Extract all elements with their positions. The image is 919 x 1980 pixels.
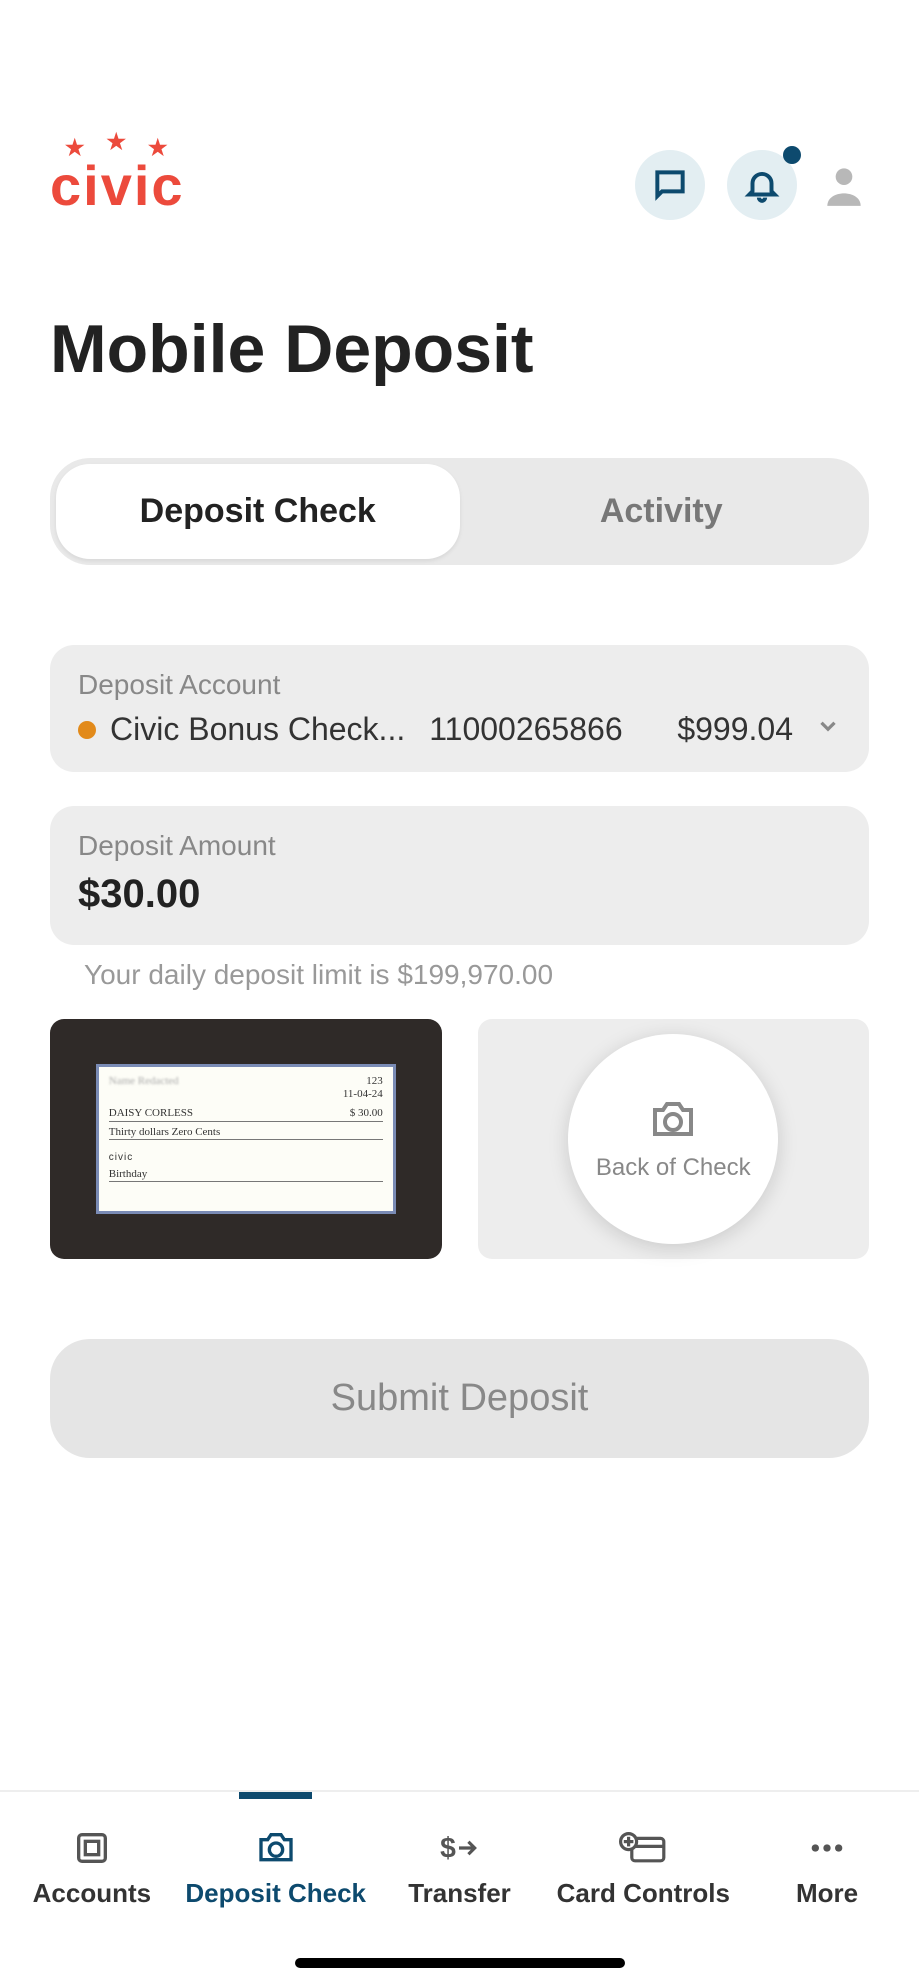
deposit-amount-field[interactable]: Deposit Amount $30.00 xyxy=(50,806,869,945)
accounts-icon xyxy=(72,1828,112,1868)
account-color-dot-icon xyxy=(78,721,96,739)
camera-icon xyxy=(256,1828,296,1868)
account-number: 11000265866 xyxy=(429,711,622,748)
account-name: Civic Bonus Check... xyxy=(110,711,405,748)
chevron-down-icon xyxy=(815,713,841,746)
nav-more[interactable]: More xyxy=(735,1804,919,1980)
app-header: ★★★ civic xyxy=(0,0,919,250)
home-indicator-icon xyxy=(295,1958,625,1968)
daily-limit-text: Your daily deposit limit is $199,970.00 xyxy=(84,959,869,991)
logo-stars-icon: ★★★ xyxy=(50,135,185,161)
nav-accounts[interactable]: Accounts xyxy=(0,1804,184,1980)
nav-card-controls[interactable]: Card Controls xyxy=(551,1804,735,1980)
camera-icon xyxy=(649,1096,697,1144)
svg-text:$: $ xyxy=(441,1831,457,1863)
deposit-amount-label: Deposit Amount xyxy=(78,830,841,862)
page-title: Mobile Deposit xyxy=(0,250,919,418)
more-icon xyxy=(807,1828,847,1868)
bell-icon xyxy=(743,166,781,204)
check-paper-icon: Name Redacted123 11-04-24 DAISY CORLESS$… xyxy=(96,1064,396,1214)
card-controls-icon xyxy=(619,1828,667,1868)
chat-icon xyxy=(651,166,689,204)
deposit-amount-value: $30.00 xyxy=(78,872,841,917)
header-actions xyxy=(635,150,869,220)
check-back-capture-button[interactable]: Back of Check xyxy=(478,1019,870,1259)
messages-button[interactable] xyxy=(635,150,705,220)
brand-logo: ★★★ civic xyxy=(50,153,185,218)
person-icon xyxy=(819,160,869,210)
nav-transfer[interactable]: $ Transfer xyxy=(368,1804,552,1980)
notifications-button[interactable] xyxy=(727,150,797,220)
transfer-icon: $ xyxy=(437,1828,481,1868)
brand-text: civic xyxy=(50,154,185,217)
check-front-image[interactable]: Name Redacted123 11-04-24 DAISY CORLESS$… xyxy=(50,1019,442,1259)
profile-button[interactable] xyxy=(819,160,869,210)
tab-bar: Deposit Check Activity xyxy=(50,458,869,565)
deposit-account-label: Deposit Account xyxy=(78,669,841,701)
back-of-check-label: Back of Check xyxy=(596,1154,751,1182)
account-balance: $999.04 xyxy=(677,711,793,748)
notification-badge-icon xyxy=(783,146,801,164)
submit-deposit-button[interactable]: Submit Deposit xyxy=(50,1339,869,1458)
tab-deposit-check[interactable]: Deposit Check xyxy=(56,464,460,559)
deposit-account-selector[interactable]: Deposit Account Civic Bonus Check... 110… xyxy=(50,645,869,772)
bottom-nav: Accounts Deposit Check $ Transfer Card C… xyxy=(0,1790,919,1980)
nav-deposit-check[interactable]: Deposit Check xyxy=(184,1804,368,1980)
tab-activity[interactable]: Activity xyxy=(460,464,864,559)
check-image-row: Name Redacted123 11-04-24 DAISY CORLESS$… xyxy=(50,1019,869,1259)
